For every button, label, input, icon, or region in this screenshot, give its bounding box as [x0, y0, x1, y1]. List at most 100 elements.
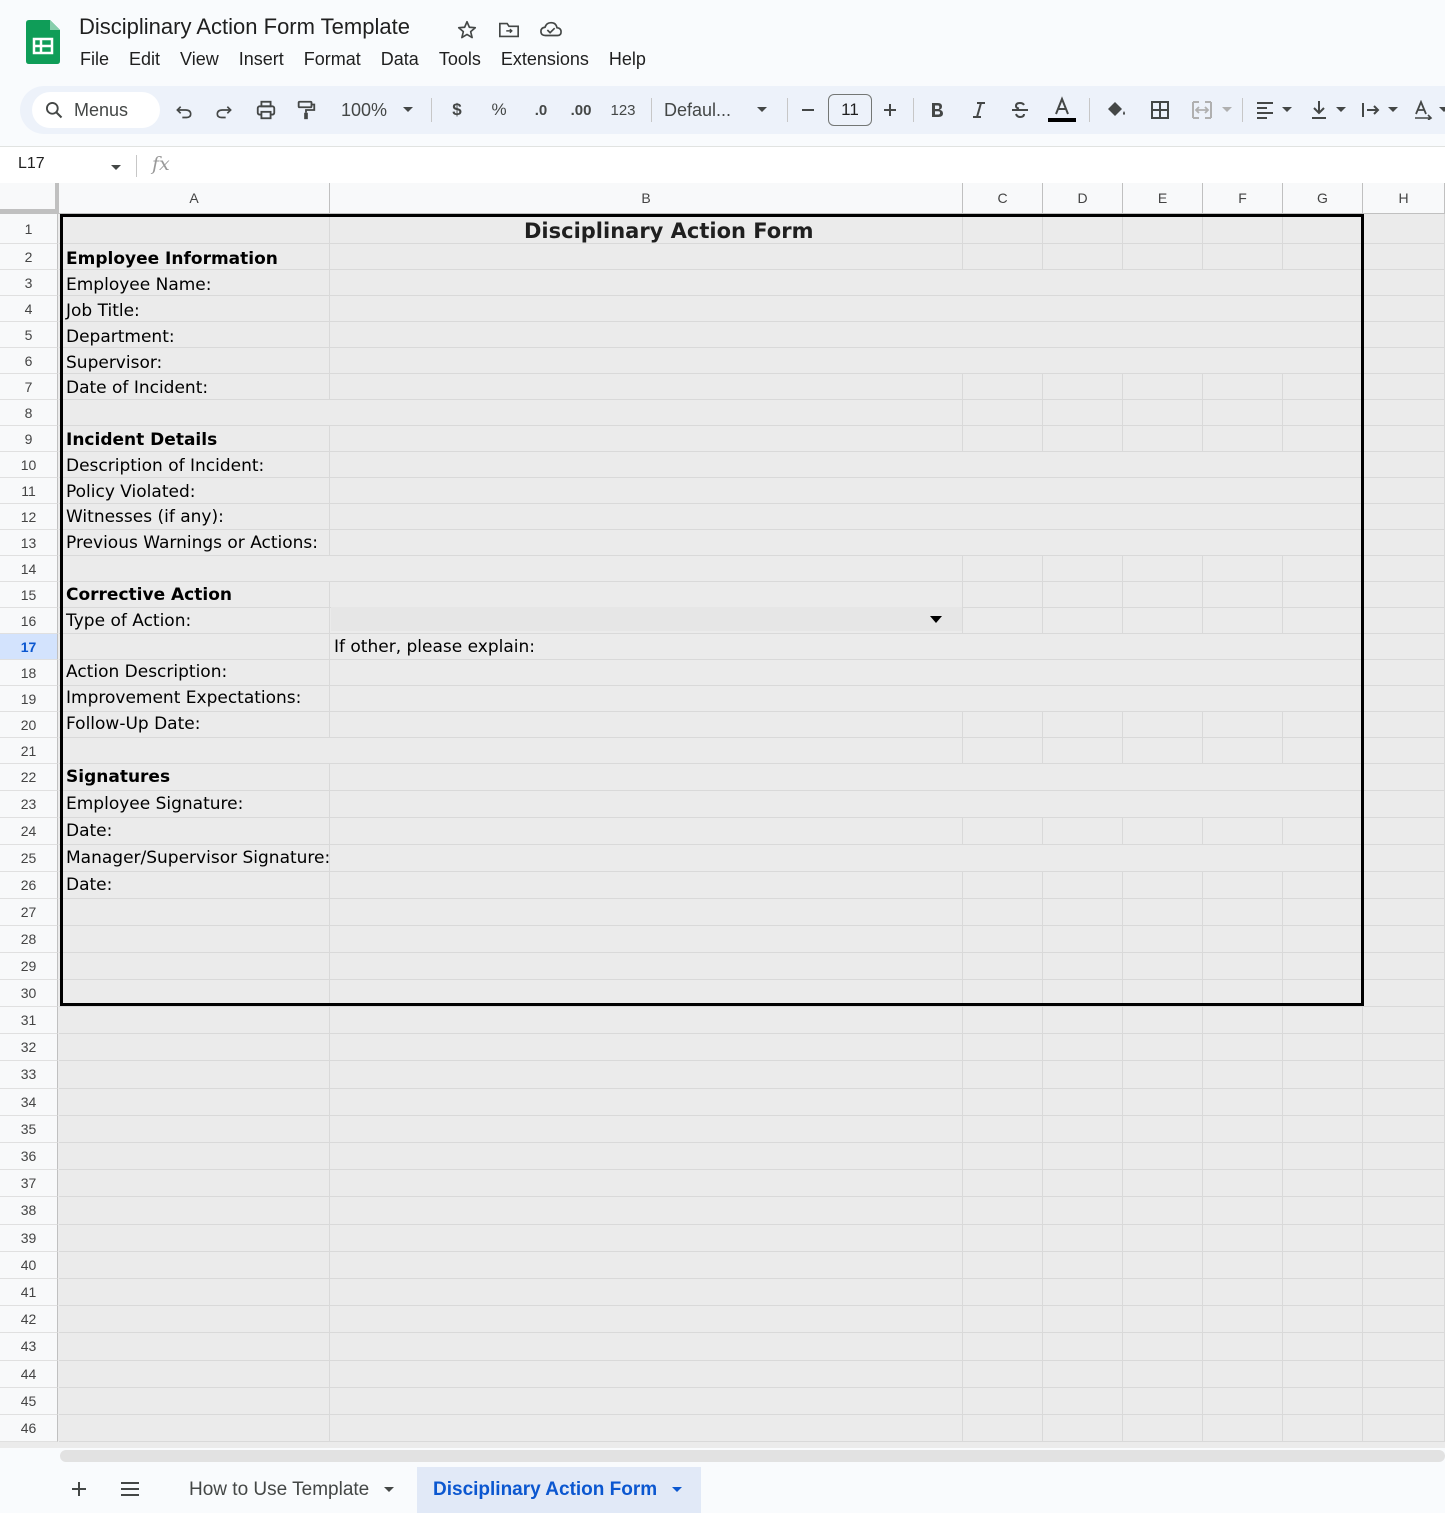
horizontal-scrollbar[interactable] — [60, 1450, 1445, 1462]
select-all-corner[interactable] — [0, 183, 59, 213]
row-header-38[interactable]: 38 — [0, 1197, 58, 1225]
label-witnesses[interactable]: Witnesses (if any): — [66, 507, 224, 527]
bold-button[interactable] — [924, 86, 950, 134]
column-header-c[interactable]: C — [963, 183, 1043, 213]
row-header-10[interactable]: 10 — [0, 452, 58, 478]
merged-cell[interactable] — [331, 764, 1361, 790]
merged-cell[interactable] — [331, 530, 1361, 555]
font-dropdown-icon[interactable] — [752, 86, 772, 134]
decrease-decimal-button[interactable]: .0 — [524, 86, 558, 134]
row-header-35[interactable]: 35 — [0, 1115, 58, 1143]
menu-file[interactable]: File — [70, 47, 119, 71]
increase-font-size-button[interactable] — [878, 86, 902, 134]
strikethrough-button[interactable] — [1006, 86, 1034, 134]
menu-view[interactable]: View — [170, 47, 229, 71]
formula-input[interactable] — [190, 153, 1390, 177]
row-header-6[interactable]: 6 — [0, 348, 58, 374]
row-header-41[interactable]: 41 — [0, 1279, 58, 1307]
menu-format[interactable]: Format — [294, 47, 371, 71]
column-header-f[interactable]: F — [1203, 183, 1283, 213]
text-color-button[interactable] — [1046, 86, 1078, 134]
merged-cell[interactable] — [331, 296, 1361, 321]
valign-dropdown-icon[interactable] — [1332, 86, 1350, 134]
row-header-20[interactable]: 20 — [0, 712, 58, 738]
row-header-23[interactable]: 23 — [0, 791, 58, 818]
row-header-18[interactable]: 18 — [0, 660, 58, 686]
label-supervisor[interactable]: Supervisor: — [66, 353, 162, 373]
row-header-29[interactable]: 29 — [0, 953, 58, 980]
section-employee-information[interactable]: Employee Information — [66, 249, 278, 269]
label-date-of-incident[interactable]: Date of Incident: — [66, 378, 208, 398]
row-header-30[interactable]: 30 — [0, 980, 58, 1007]
column-header-b[interactable]: B — [330, 183, 963, 213]
label-description-of-incident[interactable]: Description of Incident: — [66, 456, 264, 476]
label-if-other-explain[interactable]: If other, please explain: — [334, 637, 535, 657]
row-header-37[interactable]: 37 — [0, 1170, 58, 1198]
label-follow-up-date[interactable]: Follow-Up Date: — [66, 714, 200, 734]
name-box-dropdown-icon[interactable] — [110, 159, 122, 177]
label-employee-name[interactable]: Employee Name: — [66, 275, 211, 295]
row-header-43[interactable]: 43 — [0, 1333, 58, 1361]
vertical-align-button[interactable] — [1306, 86, 1332, 134]
sheets-logo-icon[interactable] — [26, 20, 60, 64]
label-department[interactable]: Department: — [66, 327, 175, 347]
horizontal-align-button[interactable] — [1252, 86, 1278, 134]
text-wrapping-button[interactable] — [1358, 86, 1384, 134]
undo-button[interactable] — [170, 86, 198, 134]
merged-cell[interactable] — [331, 791, 1361, 817]
increase-decimal-button[interactable]: .00 — [564, 86, 598, 134]
spacer-row[interactable] — [59, 738, 962, 763]
row-header-39[interactable]: 39 — [0, 1224, 58, 1252]
add-sheet-button[interactable] — [65, 1475, 93, 1503]
column-header-a[interactable]: A — [59, 183, 330, 213]
italic-button[interactable] — [966, 86, 992, 134]
star-icon[interactable] — [455, 18, 479, 42]
row-header-2[interactable]: 2 — [0, 244, 58, 270]
merged-cell[interactable] — [331, 348, 1361, 373]
column-header-h[interactable]: H — [1363, 183, 1445, 213]
row-header-8[interactable]: 8 — [0, 400, 58, 426]
row-header-3[interactable]: 3 — [0, 270, 58, 296]
merged-cell[interactable] — [331, 686, 1361, 711]
row-header-33[interactable]: 33 — [0, 1061, 58, 1089]
row-header-13[interactable]: 13 — [0, 530, 58, 556]
label-action-description[interactable]: Action Description: — [66, 662, 227, 682]
row-header-42[interactable]: 42 — [0, 1306, 58, 1334]
column-header-g[interactable]: G — [1283, 183, 1363, 213]
text-rotation-button[interactable] — [1410, 86, 1436, 134]
row-header-24[interactable]: 24 — [0, 818, 58, 845]
label-previous-warnings[interactable]: Previous Warnings or Actions: — [66, 533, 318, 553]
merged-cell[interactable] — [331, 845, 1361, 871]
zoom-dropdown-icon[interactable] — [398, 86, 418, 134]
row-header-4[interactable]: 4 — [0, 296, 58, 322]
menu-extensions[interactable]: Extensions — [491, 47, 599, 71]
merged-cell[interactable] — [331, 270, 1361, 295]
row-header-28[interactable]: 28 — [0, 926, 58, 953]
column-header-e[interactable]: E — [1123, 183, 1203, 213]
merged-cell[interactable] — [331, 322, 1361, 347]
paint-format-button[interactable] — [292, 86, 320, 134]
row-header-45[interactable]: 45 — [0, 1387, 58, 1415]
label-type-of-action[interactable]: Type of Action: — [66, 611, 191, 631]
print-button[interactable] — [252, 86, 280, 134]
chevron-down-icon[interactable] — [671, 1486, 683, 1494]
row-header-27[interactable]: 27 — [0, 899, 58, 926]
label-job-title[interactable]: Job Title: — [66, 301, 140, 321]
merge-cells-button[interactable] — [1188, 86, 1216, 134]
cloud-status-icon[interactable] — [539, 18, 563, 42]
zoom-select[interactable]: 100% — [336, 86, 392, 134]
fill-color-button[interactable] — [1100, 86, 1132, 134]
font-select[interactable]: Defaul... — [664, 86, 748, 134]
merged-cell[interactable] — [331, 478, 1361, 503]
label-policy-violated[interactable]: Policy Violated: — [66, 482, 195, 502]
row-header-31[interactable]: 31 — [0, 1007, 58, 1035]
dropdown-arrow-icon[interactable] — [930, 616, 942, 623]
label-date-employee[interactable]: Date: — [66, 821, 112, 841]
section-corrective-action[interactable]: Corrective Action — [66, 585, 232, 605]
name-box[interactable]: L17 — [18, 155, 45, 173]
menu-insert[interactable]: Insert — [229, 47, 294, 71]
currency-format-button[interactable]: $ — [444, 86, 470, 134]
label-employee-signature[interactable]: Employee Signature: — [66, 794, 243, 814]
chevron-down-icon[interactable] — [383, 1486, 395, 1494]
row-header-7[interactable]: 7 — [0, 374, 58, 400]
